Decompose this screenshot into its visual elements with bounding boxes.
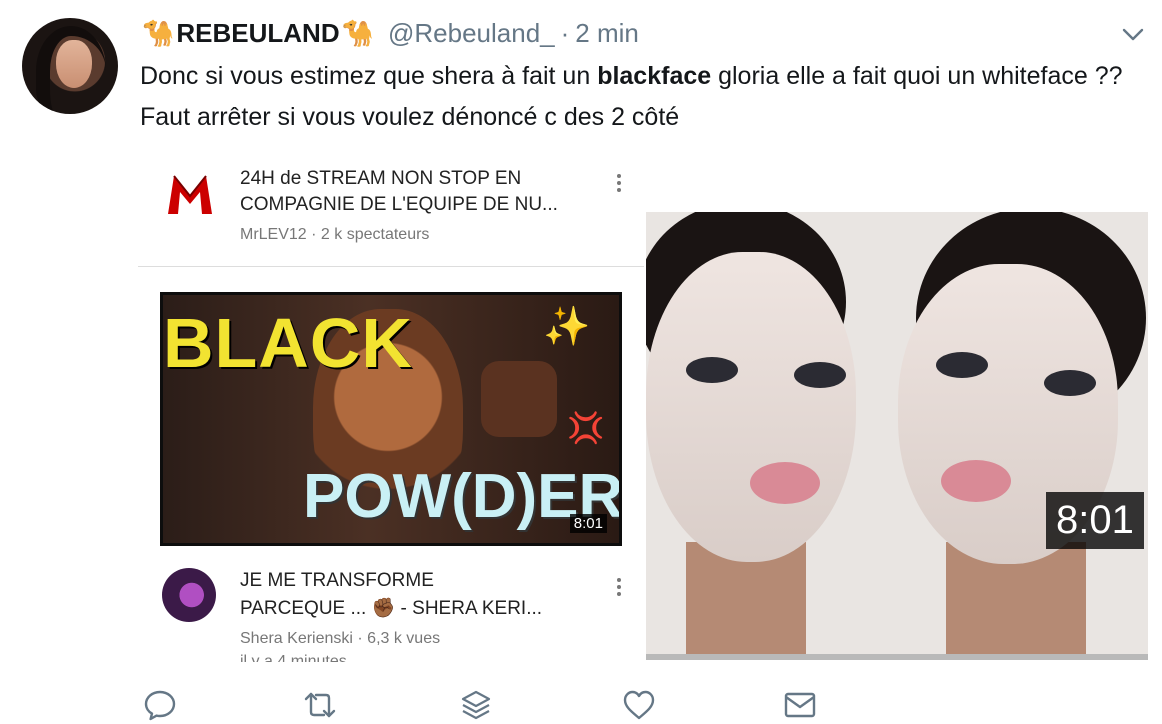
media-image-right[interactable]: 8:01: [646, 212, 1148, 660]
envelope-icon[interactable]: [783, 688, 817, 722]
duration-badge-large: 8:01: [1046, 492, 1144, 549]
video-title-2-line1: JE ME TRANSFORME: [240, 570, 434, 591]
reply-icon[interactable]: [143, 688, 177, 722]
layers-icon[interactable]: [461, 688, 495, 722]
duration-badge-small: 8:01: [569, 514, 607, 533]
retweet-icon[interactable]: [302, 688, 336, 722]
chevron-down-icon[interactable]: [1118, 20, 1148, 50]
video-meta-2: Shera Kerienski · 6,3 k vues: [240, 630, 441, 647]
raised-fist-icon: [481, 361, 557, 437]
timestamp[interactable]: 2 min: [575, 18, 639, 49]
divider: [138, 266, 644, 267]
media-scroll-bar: [646, 654, 1148, 660]
video-title-1-line1: 24H de STREAM NON STOP EN: [240, 168, 522, 189]
anger-icon: 💢: [567, 412, 605, 445]
video-title-1-line2: COMPAGNIE DE L'EQUIPE DE NU...: [240, 194, 558, 215]
tweet-text: Donc si vous estimez que shera à fait un…: [140, 56, 1130, 138]
channel-logo-icon: [166, 172, 212, 216]
tweet-text-part1: Donc si vous estimez que shera à fait un: [140, 62, 598, 90]
tweet-header: 🐪 REBEULAND 🐪 @Rebeuland_ · 2 min: [140, 16, 639, 50]
thumbnail-word-black: BLACK: [163, 304, 413, 382]
video-meta-1: MrLEV12 · 2 k spectateurs: [240, 226, 430, 243]
more-vertical-icon: [616, 578, 622, 600]
video-thumbnail: BLACK ✨ 💢 POW(D)ER 8:01: [160, 292, 622, 546]
author-avatar[interactable]: [22, 18, 118, 114]
tweet-text-bold: blackface: [597, 62, 712, 90]
media-image-left[interactable]: 24H de STREAM NON STOP EN COMPAGNIE DE L…: [138, 148, 644, 662]
separator-dot: ·: [560, 17, 570, 48]
display-name[interactable]: REBEULAND: [176, 18, 339, 49]
more-vertical-icon: [616, 174, 622, 196]
sparkles-icon: ✨: [543, 306, 591, 348]
face-left: [646, 252, 856, 562]
heart-icon[interactable]: [622, 688, 656, 722]
user-handle[interactable]: @Rebeuland_: [388, 18, 555, 49]
video-title-2-line2: PARCEQUE ... ✊🏾 - SHERA KERI...: [240, 598, 543, 619]
camel-emoji-left: 🐪: [142, 17, 175, 48]
channel-avatar-2: [162, 568, 216, 622]
video-meta-2-time: il y a 4 minutes: [240, 653, 347, 662]
camel-emoji-right: 🐪: [341, 17, 374, 48]
